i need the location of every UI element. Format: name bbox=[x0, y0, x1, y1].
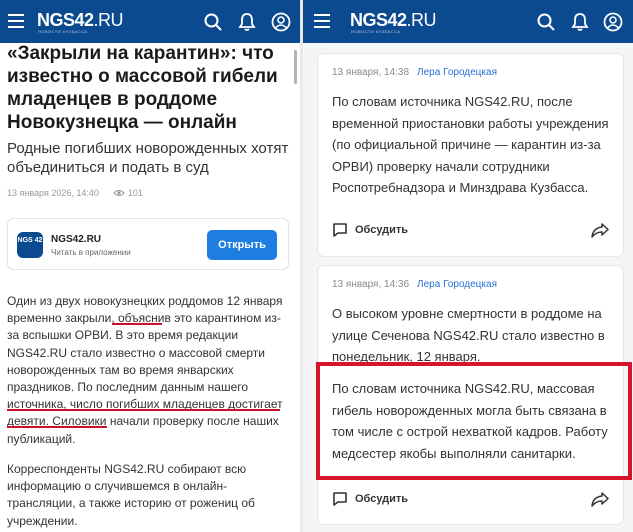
app-subtitle: Читать в приложении bbox=[51, 248, 131, 257]
post-author[interactable]: Лера Городецкая bbox=[417, 67, 497, 78]
hamburger-icon[interactable] bbox=[314, 14, 330, 28]
site-logo[interactable]: NGS42.RU НОВОСТИ КУЗБАССА bbox=[350, 10, 437, 34]
post-time: 13 января, 14:38 bbox=[332, 67, 410, 78]
open-app-button[interactable]: Открыть bbox=[207, 230, 277, 260]
search-icon[interactable] bbox=[536, 12, 556, 32]
post-meta: 13 января, 14:36 Лера Городецкая bbox=[332, 279, 497, 290]
logo-text: NGS42 bbox=[350, 10, 407, 30]
app-promo-card: NGS 42 NGS42.RU Читать в приложении Откр… bbox=[7, 218, 289, 270]
eye-icon bbox=[113, 190, 125, 196]
site-logo[interactable]: NGS42.RU НОВОСТИ КУЗБАССА bbox=[37, 10, 124, 34]
article-title: «Закрыли на карантин»: что известно о ма… bbox=[7, 43, 278, 133]
comment-icon bbox=[333, 492, 347, 506]
scrollbar[interactable] bbox=[294, 50, 297, 84]
article-date: 13 января 2026, 14:40 bbox=[7, 188, 99, 198]
discuss-button[interactable]: Обсудить bbox=[332, 222, 408, 238]
view-count-value: 101 bbox=[127, 188, 143, 198]
post-author[interactable]: Лера Городецкая bbox=[417, 279, 497, 290]
logo-domain: .RU bbox=[406, 10, 437, 30]
comment-icon bbox=[333, 223, 347, 237]
logo-subtitle: НОВОСТИ КУЗБАССА bbox=[351, 29, 401, 34]
article-meta: 13 января 2026, 14:40 101 bbox=[7, 188, 143, 198]
top-bar: NGS42.RU НОВОСТИ КУЗБАССА bbox=[303, 0, 633, 43]
underline-highlight bbox=[7, 426, 107, 428]
share-icon[interactable] bbox=[591, 491, 609, 507]
post-text: О высоком уровне смертности в роддоме на… bbox=[332, 306, 605, 364]
post-meta: 13 января, 14:38 Лера Городецкая bbox=[332, 67, 497, 78]
bell-icon[interactable] bbox=[570, 12, 590, 32]
logo-domain: .RU bbox=[93, 10, 124, 30]
highlight-box bbox=[316, 362, 632, 480]
user-icon[interactable] bbox=[603, 12, 623, 32]
hamburger-icon[interactable] bbox=[8, 14, 24, 28]
user-icon[interactable] bbox=[271, 12, 291, 32]
logo-subtitle: НОВОСТИ КУЗБАССА bbox=[38, 29, 88, 34]
post-time: 13 января, 14:36 bbox=[332, 279, 410, 290]
top-bar: NGS42.RU НОВОСТИ КУЗБАССА bbox=[0, 0, 300, 43]
logo-text: NGS42 bbox=[37, 10, 94, 30]
view-count: 101 bbox=[113, 188, 143, 198]
underline-highlight bbox=[112, 323, 162, 325]
live-post: 13 января, 14:38 Лера Городецкая По слов… bbox=[317, 53, 624, 257]
bell-icon[interactable] bbox=[237, 12, 257, 32]
article-paragraph: Корреспонденты NGS42.RU собирают всю инф… bbox=[7, 462, 255, 528]
app-logo: NGS 42 bbox=[17, 232, 43, 258]
discuss-button[interactable]: Обсудить bbox=[332, 491, 408, 507]
post-text: По словам источника NGS42.RU, после врем… bbox=[332, 94, 609, 195]
discuss-label: Обсудить bbox=[355, 224, 409, 236]
left-screen: NGS42.RU НОВОСТИ КУЗБАССА «Закрыли на ка… bbox=[0, 0, 300, 532]
share-icon[interactable] bbox=[591, 222, 609, 238]
underline-highlight bbox=[7, 409, 280, 411]
article-paragraph: Один из двух новокузнецких роддомов 12 я… bbox=[7, 294, 283, 446]
search-icon[interactable] bbox=[203, 12, 223, 32]
discuss-label: Обсудить bbox=[355, 493, 409, 505]
right-screen: NGS42.RU НОВОСТИ КУЗБАССА 13 января, 14:… bbox=[303, 0, 633, 532]
article-lead: Родные погибших новорожденных хотят объе… bbox=[7, 140, 289, 176]
app-name: NGS42.RU bbox=[51, 234, 102, 245]
